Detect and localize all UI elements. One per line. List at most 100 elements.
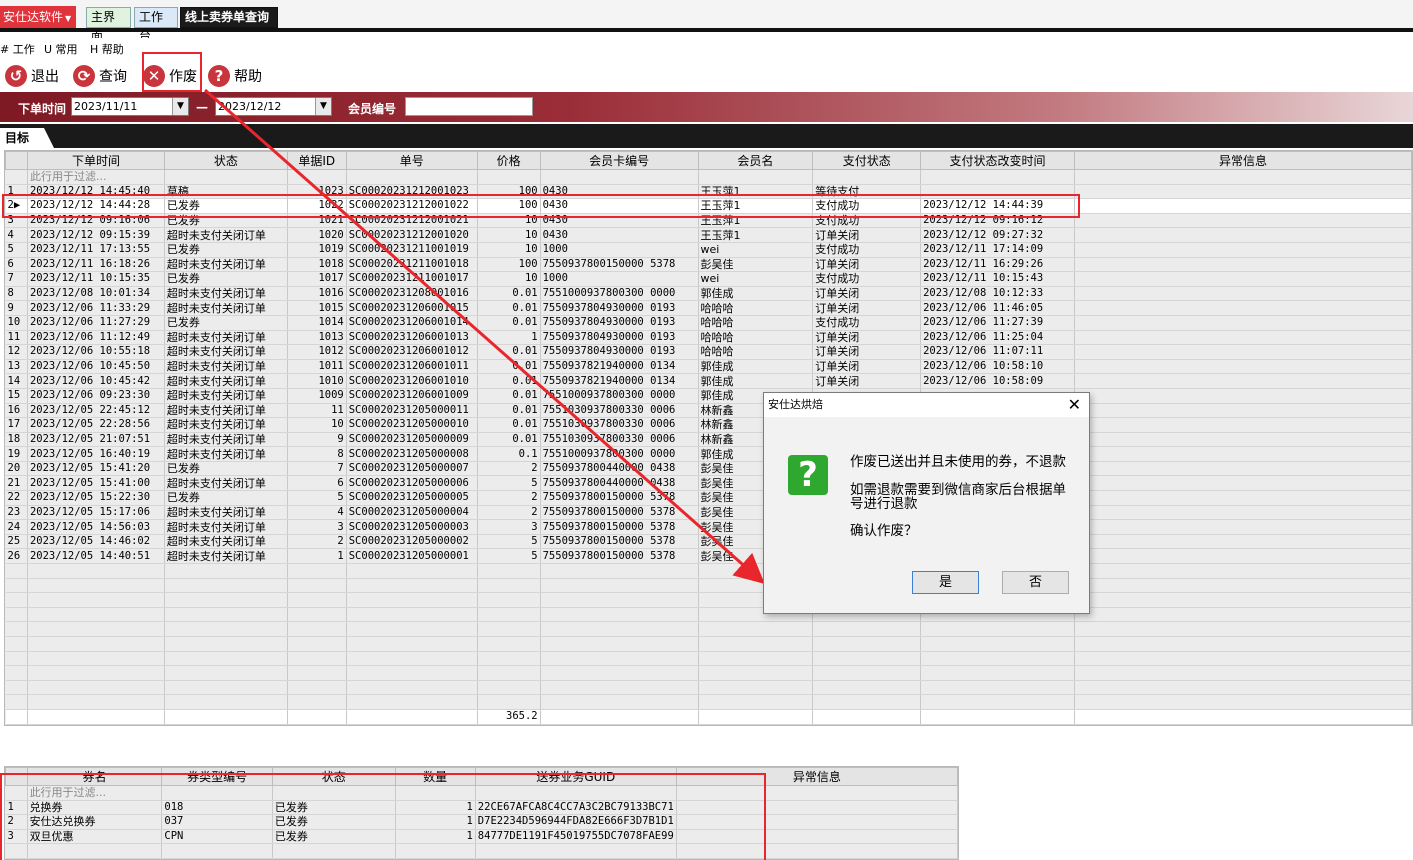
tab-main[interactable]: 主界面 (86, 7, 131, 43)
filter-cell[interactable] (477, 169, 541, 185)
query-button[interactable]: ⟳ 查询 (73, 63, 127, 89)
table-row[interactable]: 7 2023/12/11 10:15:35 已发券 1017 SC00020231211… (5, 271, 1412, 287)
table-row[interactable]: 18 2023/12/05 21:07:51 超时未支付关闭订单 9 SC0002023… (5, 432, 1412, 448)
filter-cell[interactable] (346, 169, 478, 185)
filter-cell[interactable] (272, 785, 396, 801)
table-row[interactable]: 10 2023/12/06 11:27:29 已发券 1014 SC0002023120… (5, 315, 1412, 331)
filter-cell[interactable] (395, 785, 476, 801)
filter-cell[interactable] (676, 785, 958, 801)
empty-cell (346, 592, 478, 608)
table-row[interactable]: 16 2023/12/05 22:45:12 超时未支付关闭订单 11 SC000202… (5, 403, 1412, 419)
column-header[interactable]: 异常信息 (1073, 151, 1412, 170)
filter-cell[interactable] (1074, 169, 1412, 185)
filter-cell[interactable] (161, 785, 273, 801)
column-header[interactable]: 数量 (394, 767, 476, 786)
table-row[interactable]: 25 2023/12/05 14:46:02 超时未支付关闭订单 2 SC0002023… (5, 534, 1412, 550)
table-row[interactable]: 1 2023/12/12 14:45:40 草稿 1023 SC000202312120… (5, 184, 1412, 200)
table-row[interactable]: 3 双旦优惠 CPN 已发券 1 84777DE1191F45019755DC7078FA… (5, 829, 958, 845)
void-button[interactable]: ✕ 作废 (143, 63, 197, 89)
column-header[interactable]: 支付状态改变时间 (920, 151, 1075, 170)
column-header[interactable]: 券类型编号 (161, 767, 273, 786)
empty-cell (477, 607, 541, 623)
exit-button[interactable]: ↺ 退出 (5, 63, 59, 89)
chevron-down-icon[interactable]: ▼ (315, 98, 331, 115)
filter-hint[interactable]: 此行用于过滤... (27, 785, 163, 801)
end-date-picker[interactable]: 2023/12/12 ▼ (215, 97, 332, 116)
table-cell: 2023/12/06 11:27:39 (920, 315, 1075, 331)
help-button[interactable]: ? 帮助 (208, 63, 262, 89)
table-row[interactable]: 21 2023/12/05 15:41:00 超时未支付关闭订单 6 SC0002023… (5, 475, 1412, 492)
close-icon[interactable]: ✕ (1068, 395, 1081, 415)
menu-common[interactable]: U 常用 (44, 41, 78, 57)
column-header[interactable]: 下单时间 (26, 151, 165, 170)
column-header[interactable]: 会员卡编号 (539, 151, 699, 170)
tab-workbench[interactable]: 工作台 (134, 7, 178, 43)
filter-cell[interactable] (698, 169, 814, 185)
table-row[interactable]: 6 2023/12/11 16:18:26 超时未支付关闭订单 1018 SC00020… (5, 257, 1412, 273)
chevron-down-icon[interactable]: ▼ (172, 98, 188, 115)
filter-cell[interactable] (164, 169, 288, 185)
column-header[interactable]: 会员名 (697, 151, 814, 170)
menu-help[interactable]: H 帮助 (90, 41, 124, 57)
table-cell: 2023/12/06 11:33:29 (27, 300, 165, 316)
table-row[interactable]: 17 2023/12/05 22:28:56 超时未支付关闭订单 10 SC000202… (5, 417, 1412, 433)
table-row[interactable]: 19 2023/12/05 16:40:19 超时未支付关闭订单 8 SC0002023… (5, 446, 1412, 462)
table-cell: 已发券 (164, 315, 288, 331)
table-cell: SC00020231205000011 (346, 403, 478, 419)
table-row[interactable]: 11 2023/12/06 11:12:49 超时未支付关闭订单 1013 SC0002… (5, 330, 1412, 346)
table-row[interactable]: 22 2023/12/05 15:22:30 已发券 5 SC0002023120500… (5, 490, 1412, 506)
tab-target[interactable]: 目标 (0, 128, 54, 148)
target-tab-strip: 目标 (0, 124, 1413, 148)
table-cell: 7 (287, 461, 347, 477)
column-header[interactable]: 价格 (476, 151, 541, 170)
table-row[interactable]: 1 兑换券 018 已发券 1 22CE67AFCA8C4CC7A3C2BC79133BC… (5, 800, 958, 816)
table-row[interactable]: 13 2023/12/06 10:45:50 超时未支付关闭订单 1011 SC0002… (5, 359, 1412, 375)
table-row[interactable]: 8 2023/12/08 10:01:34 超时未支付关闭订单 1016 SC00020… (5, 286, 1412, 302)
row-number: 1 (5, 800, 28, 816)
table-cell: 1 (395, 814, 476, 830)
table-row[interactable]: 2 安仕达兑换券 037 已发券 1 D7E2234D596944FDA82E666F3D… (5, 814, 958, 830)
filter-cell[interactable] (287, 169, 347, 185)
empty-cell (27, 665, 165, 681)
app-menu-button[interactable]: 安仕达软件 ▼ (0, 6, 76, 28)
tab-online-coupon-query[interactable]: 线上卖券单查询 (180, 7, 278, 28)
table-row[interactable]: 4 2023/12/12 09:15:39 超时未支付关闭订单 1020 SC00020… (5, 227, 1412, 243)
order-grid[interactable]: 下单时间 状态 单据ID 单号 价格 会员卡编号 会员名 支付状态 支付状态改变时间 异常信息 此… (4, 150, 1413, 726)
table-row[interactable]: 26 2023/12/05 14:40:51 超时未支付关闭订单 1 SC0002023… (5, 548, 1412, 565)
start-date-picker[interactable]: 2023/11/11 ▼ (71, 97, 189, 116)
table-row[interactable]: 5 2023/12/11 17:13:55 已发券 1019 SC00020231211… (5, 242, 1412, 258)
table-row[interactable]: 23 2023/12/05 15:17:06 超时未支付关闭订单 4 SC0002023… (5, 505, 1412, 521)
column-header[interactable]: 状态 (271, 767, 396, 786)
table-row[interactable]: 14 2023/12/06 10:45:42 超时未支付关闭订单 1010 SC0002… (5, 373, 1412, 389)
filter-cell[interactable] (812, 169, 922, 185)
table-row[interactable]: 3 2023/12/12 09:16:06 已发券 1021 SC00020231212… (5, 213, 1412, 229)
filter-row[interactable]: 此行用于过滤... (5, 169, 1412, 185)
menu-work[interactable]: # 工作 (0, 41, 35, 57)
table-row[interactable]: 9 2023/12/06 11:33:29 超时未支付关闭订单 1015 SC00020… (5, 300, 1412, 316)
filter-hint[interactable]: 此行用于过滤... (27, 169, 165, 185)
empty-cell (1074, 621, 1412, 637)
table-row[interactable]: 15 2023/12/06 09:23:30 超时未支付关闭订单 1009 SC0002… (5, 388, 1412, 404)
column-header[interactable]: 送券业务GUID (474, 767, 677, 786)
column-header[interactable]: 券名 (26, 767, 163, 786)
filter-row[interactable]: 此行用于过滤... (5, 785, 958, 801)
table-row[interactable]: 20 2023/12/05 15:41:20 已发券 7 SC0002023120500… (5, 461, 1412, 477)
filter-cell[interactable] (540, 169, 699, 185)
table-row[interactable]: 12 2023/12/06 10:55:18 超时未支付关闭订单 1012 SC0002… (5, 344, 1412, 360)
column-header[interactable]: 支付状态 (812, 151, 922, 170)
member-id-input[interactable] (405, 97, 533, 116)
table-cell: 7550937800150000 5378 (540, 257, 699, 273)
empty-cell (540, 607, 699, 623)
column-header[interactable]: 异常信息 (675, 767, 958, 786)
table-row[interactable]: 24 2023/12/05 14:56:03 超时未支付关闭订单 3 SC0002023… (5, 519, 1412, 535)
column-header[interactable]: 状态 (163, 151, 288, 170)
filter-cell[interactable] (920, 169, 1075, 185)
column-header[interactable]: 单号 (345, 151, 478, 170)
table-row[interactable]: 2▶ 2023/12/12 14:44:28 已发券 1022 SC0002023121… (5, 198, 1412, 214)
coupon-grid[interactable]: 券名 券类型编号 状态 数量 送券业务GUID 异常信息 此行用于过滤... 1 兑换券 018… (4, 766, 959, 860)
table-cell: 2023/12/05 16:40:19 (27, 446, 165, 462)
yes-button[interactable]: 是 (912, 571, 979, 594)
no-button[interactable]: 否 (1002, 571, 1069, 594)
filter-cell[interactable] (475, 785, 677, 801)
column-header[interactable]: 单据ID (286, 151, 347, 170)
